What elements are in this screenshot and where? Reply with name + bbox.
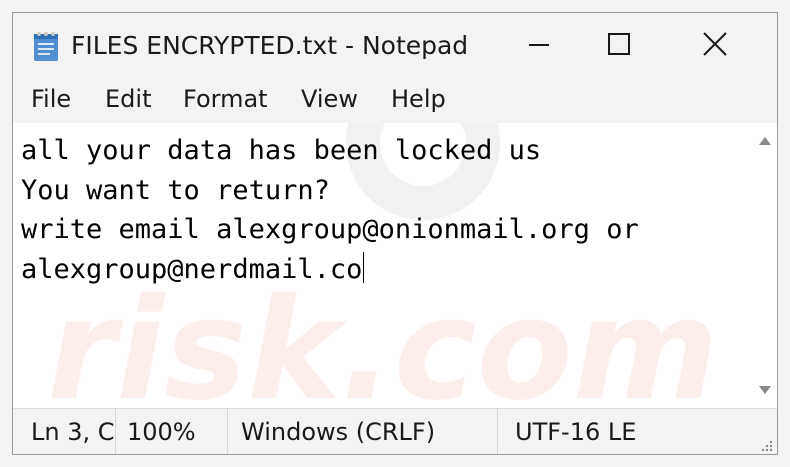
minimize-button[interactable] [507,13,571,75]
status-divider [497,409,498,454]
status-divider [227,409,228,454]
vertical-scrollbar[interactable] [753,123,777,408]
text-line: write email alexgroup@onionmail.org or [21,214,639,245]
encoding: UTF-16 LE [515,418,637,446]
text-line: all your data has been locked us [21,135,542,166]
zoom-level: 100% [127,418,196,446]
text-caret [363,251,365,283]
resize-grip-icon[interactable] [759,438,773,452]
status-divider [115,409,116,454]
close-icon [703,32,727,56]
cursor-position: Ln 3, C [31,418,115,446]
menu-file[interactable]: File [31,85,71,113]
menu-format[interactable]: Format [183,85,268,113]
maximize-icon [608,33,630,55]
chevron-down-icon[interactable] [759,386,771,394]
status-bar: Ln 3, C 100% Windows (CRLF) UTF-16 LE [13,408,777,454]
menu-edit[interactable]: Edit [105,85,151,113]
text-line-last: alexgroup@nerdmail.co [21,250,741,290]
notepad-icon [34,32,58,61]
menu-help[interactable]: Help [391,85,446,113]
chevron-up-icon[interactable] [759,137,771,145]
text-line: You want to return? [21,174,330,206]
close-button[interactable] [683,13,747,75]
minimize-icon [529,44,549,46]
window-title: FILES ENCRYPTED.txt - Notepad [71,31,469,60]
text-editor[interactable]: risk.com all your data has been locked u… [13,123,777,408]
title-bar[interactable]: FILES ENCRYPTED.txt - Notepad [13,13,777,75]
document-text[interactable]: all your data has been locked us You want… [21,131,741,289]
menu-bar: File Edit Format View Help [13,75,777,123]
svg-text:risk.com: risk.com [47,269,719,408]
line-ending: Windows (CRLF) [241,418,436,446]
text-line: alexgroup@nerdmail.co [21,253,363,285]
notepad-window: FILES ENCRYPTED.txt - Notepad File Edit … [12,12,778,455]
maximize-button[interactable] [587,13,651,75]
menu-view[interactable]: View [301,85,358,113]
